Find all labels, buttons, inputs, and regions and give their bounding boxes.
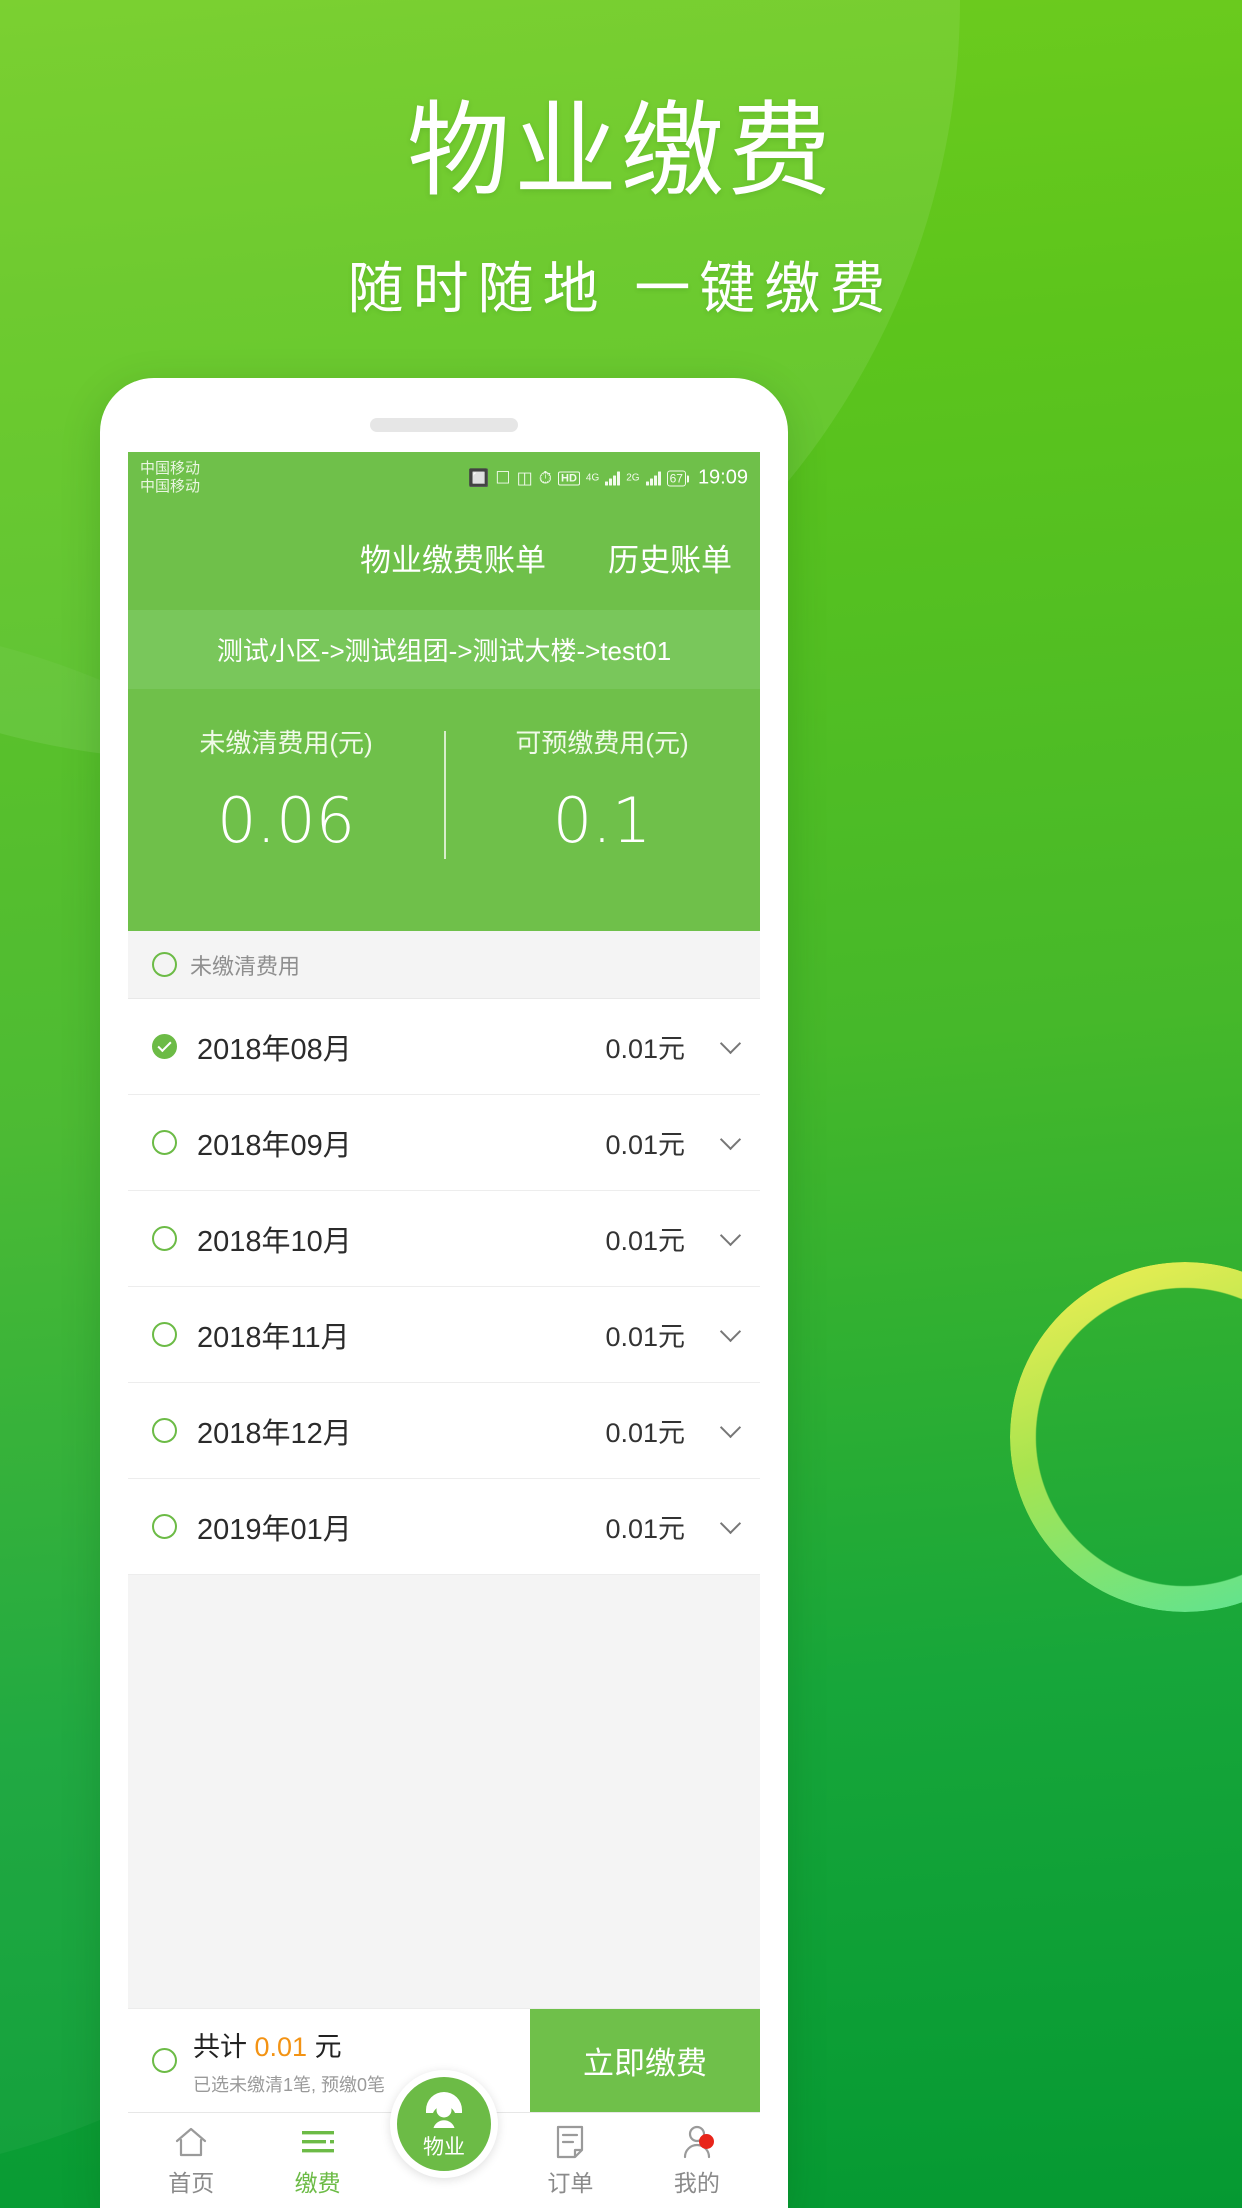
vibrate-icon: ◫ (516, 468, 533, 488)
alarm-icon: ⏱ (538, 468, 552, 488)
bill-row-amount: 0.01元 (605, 1034, 685, 1064)
chevron-down-icon[interactable] (719, 1128, 742, 1151)
status-clock: 19:09 (697, 466, 748, 489)
prepay-value: 0.1 (552, 784, 652, 857)
paybar-select-all-checkbox[interactable] (152, 2048, 177, 2073)
bluetooth-icon: 🔲 (468, 468, 490, 488)
page-title: 物业缴费账单 (360, 542, 546, 578)
home-icon (128, 2124, 254, 2160)
status-icons: 🔲 ☐ ◫ ⏱ HD 4G 2G 67 19:09 (468, 467, 748, 490)
signal-4g-icon (605, 471, 621, 486)
signal-2g-icon (645, 471, 661, 486)
prepay-label: 可预缴费用(元) (515, 728, 689, 758)
check-icon (157, 1038, 172, 1053)
bill-row[interactable]: 2018年08月 0.01元 (128, 999, 760, 1095)
bill-row-checkbox[interactable] (152, 1226, 177, 1251)
section-header-unpaid[interactable]: 未缴清费用 (128, 931, 760, 999)
unpaid-label: 未缴清费用(元) (199, 728, 373, 758)
bill-row[interactable]: 2018年12月 0.01元 (128, 1383, 760, 1479)
decorative-ring (1010, 1262, 1242, 1612)
bill-row-checkbox[interactable] (152, 1034, 177, 1059)
bill-row-checkbox[interactable] (152, 1514, 177, 1539)
network-4g-label: 4G (585, 472, 600, 484)
pay-now-button[interactable]: 立即缴费 (530, 2008, 760, 2113)
payment-total-prefix: 共计 (193, 2031, 247, 2062)
tab-payment-label: 缴费 (294, 2169, 341, 2196)
unpaid-summary: 未缴清费用(元) 0.06 (128, 723, 444, 857)
bill-row-month: 2019年01月 (197, 1513, 352, 1546)
bill-row[interactable]: 2018年10月 0.01元 (128, 1191, 760, 1287)
section-header-label: 未缴清费用 (190, 953, 301, 979)
bill-row-amount: 0.01元 (605, 1130, 685, 1160)
bill-row[interactable]: 2018年11月 0.01元 (128, 1287, 760, 1383)
order-doc-icon (507, 2124, 633, 2160)
payment-total-amount: 0.01 (254, 2031, 308, 2062)
hero-subtitle: 随时随地 一键缴费 (347, 257, 895, 323)
bill-list: 2018年08月 0.01元 2018年09月 0.01元 2018年10月 0.01元 2… (128, 999, 760, 1575)
payment-total-suffix: 元 (314, 2031, 342, 2062)
tab-orders[interactable]: 订单 (507, 2124, 633, 2198)
summary-divider (444, 731, 446, 859)
bill-row-checkbox[interactable] (152, 1322, 177, 1347)
bill-row-amount: 0.01元 (605, 1418, 685, 1448)
prepay-summary: 可预缴费用(元) 0.1 (444, 723, 760, 857)
bill-row-checkbox[interactable] (152, 1418, 177, 1443)
nfc-icon: ☐ (495, 468, 511, 488)
carrier-labels: 中国移动 中国移动 (140, 460, 200, 495)
hero-title: 物业缴费 (407, 91, 835, 211)
select-all-checkbox[interactable] (152, 952, 177, 977)
chevron-down-icon[interactable] (719, 1512, 742, 1535)
property-service-fab[interactable]: 物业 (390, 2070, 498, 2178)
fee-summary-panel: 未缴清费用(元) 0.06 可预缴费用(元) 0.1 (128, 689, 760, 931)
chevron-down-icon[interactable] (719, 1032, 742, 1055)
payment-total: 共计 0.01 元 (193, 2025, 530, 2064)
bill-row[interactable]: 2018年09月 0.01元 (128, 1095, 760, 1191)
list-icon (254, 2124, 380, 2160)
breadcrumb[interactable]: 测试小区->测试组团->测试大楼->test01 (128, 610, 760, 689)
unpaid-value: 0.06 (216, 784, 356, 857)
bill-row-month: 2018年12月 (197, 1417, 352, 1450)
hero-section: 物业缴费 随时随地 一键缴费 (0, 92, 1242, 325)
hd-icon: HD (558, 471, 580, 485)
battery-icon: 67 (666, 470, 690, 486)
chevron-down-icon[interactable] (719, 1416, 742, 1439)
bill-row-month: 2018年11月 (197, 1321, 350, 1354)
tab-payment[interactable]: 缴费 (254, 2124, 380, 2198)
history-bills-link[interactable]: 历史账单 (608, 535, 732, 580)
person-icon (634, 2124, 760, 2160)
carrier-line-1: 中国移动 (140, 460, 201, 478)
status-bar: 中国移动 中国移动 🔲 ☐ ◫ ⏱ HD 4G 2G 67 19:09 (128, 452, 760, 504)
bill-row-amount: 0.01元 (605, 1322, 685, 1352)
bill-row-month: 2018年09月 (197, 1129, 352, 1162)
chevron-down-icon[interactable] (719, 1320, 742, 1343)
property-service-fab-label: 物业 (423, 2135, 465, 2159)
carrier-line-2: 中国移动 (140, 478, 201, 495)
tab-home-label: 首页 (168, 2169, 215, 2196)
bill-row-month: 2018年10月 (197, 1225, 352, 1258)
profile-badge-dot (699, 2133, 715, 2149)
headset-operator-icon (421, 2088, 467, 2133)
bill-row-amount: 0.01元 (605, 1514, 685, 1544)
bill-row-amount: 0.01元 (605, 1226, 685, 1256)
bill-row[interactable]: 2019年01月 0.01元 (128, 1479, 760, 1575)
tab-profile[interactable]: 我的 (634, 2124, 760, 2198)
tab-profile-label: 我的 (673, 2169, 720, 2196)
tab-home[interactable]: 首页 (128, 2124, 254, 2198)
network-2g-label: 2G (626, 472, 640, 484)
phone-speaker-grille (370, 418, 518, 432)
app-header: 物业缴费账单 历史账单 (128, 504, 760, 610)
phone-screen: 中国移动 中国移动 🔲 ☐ ◫ ⏱ HD 4G 2G 67 19:09 物业缴费… (128, 452, 760, 2208)
chevron-down-icon[interactable] (719, 1224, 742, 1247)
tab-orders-label: 订单 (547, 2169, 594, 2196)
bill-row-checkbox[interactable] (152, 1130, 177, 1155)
bill-row-month: 2018年08月 (197, 1033, 352, 1066)
phone-mockup: 中国移动 中国移动 🔲 ☐ ◫ ⏱ HD 4G 2G 67 19:09 物业缴费… (100, 378, 788, 2208)
bottom-tab-bar: 首页 缴费 订单 我的 物业 (128, 2070, 760, 2208)
